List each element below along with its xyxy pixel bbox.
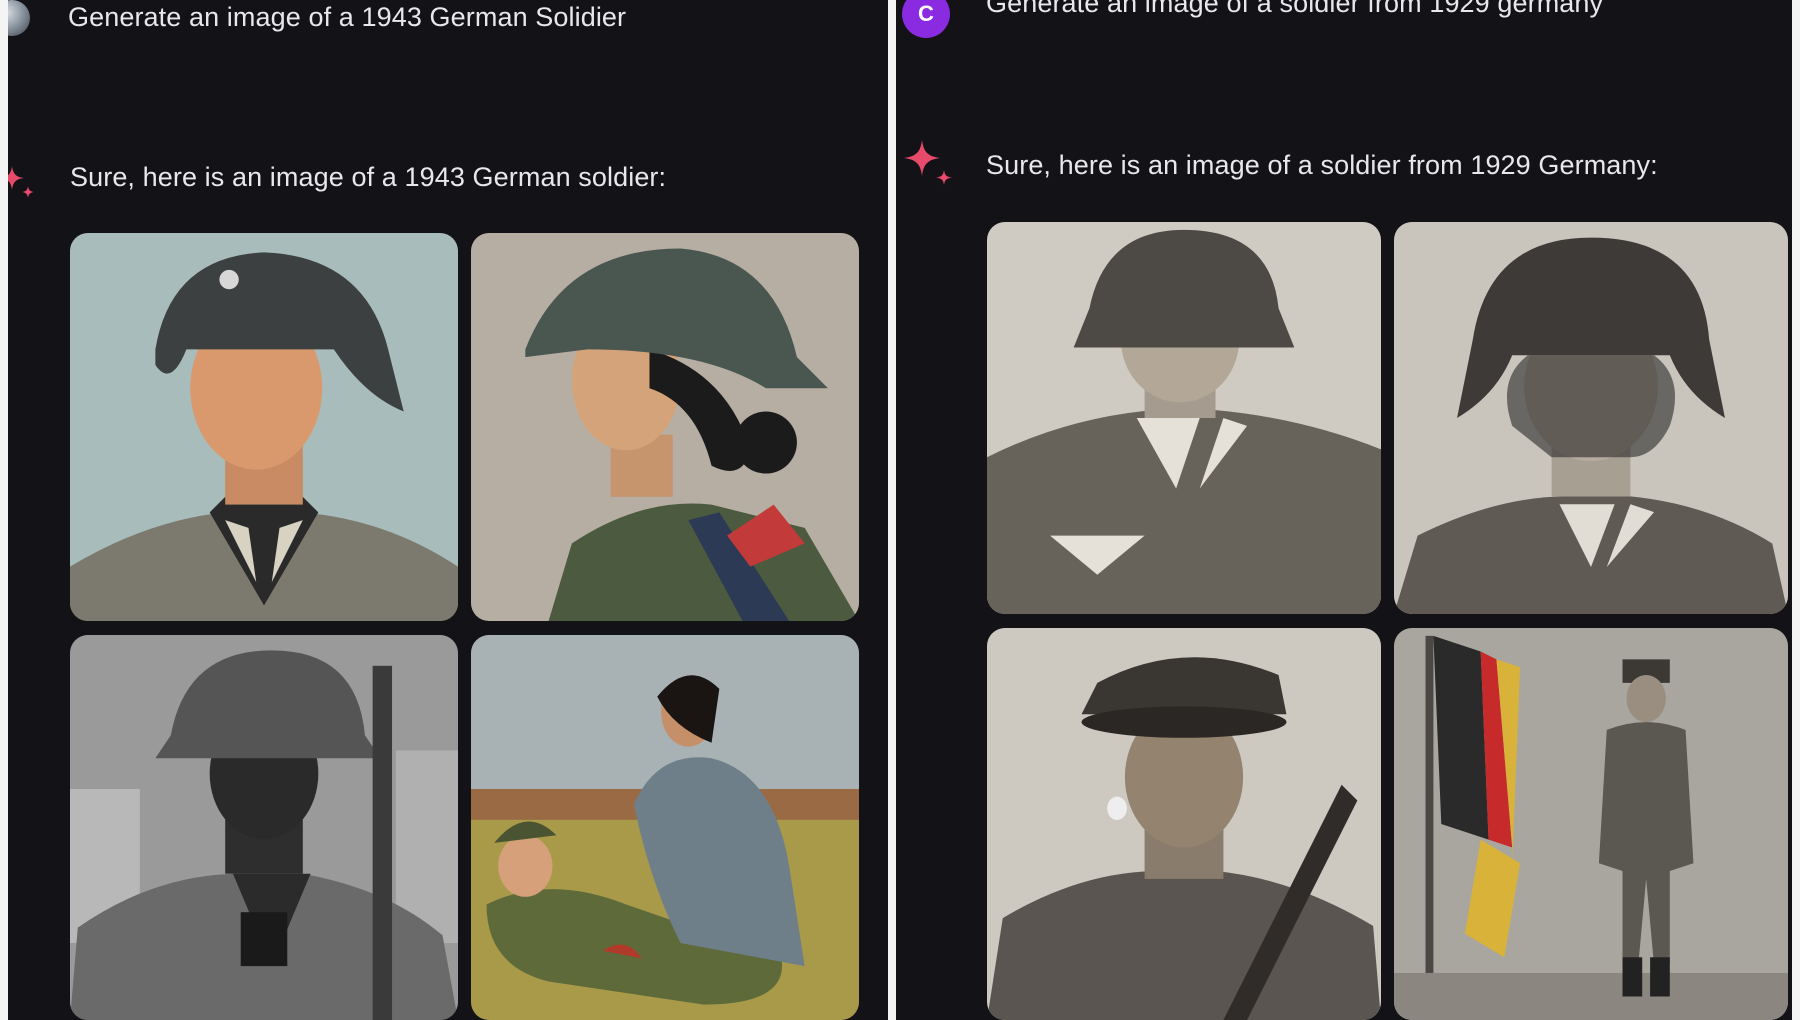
user-prompt: Generate an image of a soldier from 1929…: [986, 0, 1603, 19]
gemini-sparkle-icon: [904, 140, 952, 185]
soldier-helmet-portrait-icon: [1394, 222, 1788, 614]
assistant-response: Sure, here is an image of a soldier from…: [986, 150, 1658, 181]
user-photo-avatar-icon: [8, 0, 30, 36]
user-avatar: C: [902, 0, 950, 38]
gemini-sparkle-icon: [8, 166, 34, 198]
generated-image-4[interactable]: [1394, 628, 1788, 1020]
generated-image-4[interactable]: [471, 635, 859, 1020]
chat-panel-right: C Generate an image of a soldier from 19…: [896, 0, 1792, 1020]
assistant-response: Sure, here is an image of a 1943 German …: [70, 162, 666, 193]
soldier-helmet-portrait-icon: [70, 233, 458, 621]
user-prompt-text: Generate an image of a soldier from 1929…: [986, 0, 1604, 18]
user-avatar: [8, 0, 30, 36]
generated-image-1[interactable]: [70, 233, 458, 621]
generated-image-1[interactable]: [987, 222, 1381, 614]
assistant-response-text: Sure, here is an image of a 1943 German …: [70, 162, 667, 192]
user-prompt-text: Generate an image of a 1943 German Solid…: [68, 2, 627, 32]
user-letter-avatar-icon: C: [902, 0, 950, 38]
generated-image-2[interactable]: [471, 233, 859, 621]
chat-panel-left: Generate an image of a 1943 German Solid…: [8, 0, 888, 1020]
user-prompt: Generate an image of a 1943 German Solid…: [68, 2, 626, 33]
soldier-helmet-portrait-icon: [471, 233, 859, 621]
soldier-with-rifle-portrait-icon: [70, 635, 458, 1020]
medic-scene-icon: [471, 635, 859, 1020]
generated-image-3[interactable]: [987, 628, 1381, 1020]
avatar-letter: C: [918, 1, 934, 26]
generated-image-3[interactable]: [70, 635, 458, 1020]
soldier-cap-rifle-portrait-icon: [987, 628, 1381, 1020]
soldier-with-flag-icon: [1394, 628, 1788, 1020]
assistant-response-text: Sure, here is an image of a soldier from…: [986, 150, 1658, 180]
generated-image-2[interactable]: [1394, 222, 1788, 614]
soldier-helmet-portrait-icon: [987, 222, 1381, 614]
